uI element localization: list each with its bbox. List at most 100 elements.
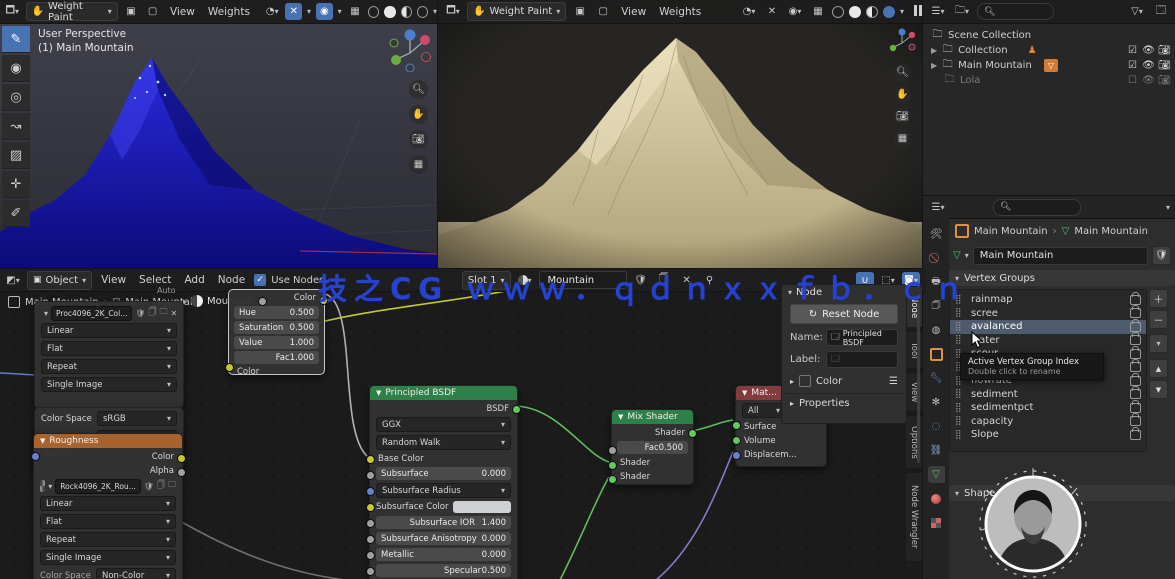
mirror-x-icon[interactable]: ✕ <box>763 3 781 20</box>
lock-open-icon[interactable] <box>1130 416 1141 426</box>
properties-subpanel-label[interactable]: Properties <box>799 398 850 409</box>
weights-menu[interactable]: Weights <box>204 6 254 18</box>
outliner-row-lola[interactable]: 🗀 Lola ☐ 👁︎ 📷︎ <box>931 73 1170 87</box>
mix-shader-node[interactable]: ▼Mix Shader Shader Fac0.500 Shader Shade… <box>611 409 694 485</box>
source-dropdown[interactable]: Single Image <box>41 377 177 392</box>
add-menu[interactable]: Add <box>180 274 208 286</box>
tab-physics-icon[interactable]: ◌ <box>928 418 945 435</box>
fake-user-shield-icon[interactable]: 🛡︎ <box>632 272 650 289</box>
zoom-icon[interactable]: 🔍︎ <box>409 80 428 99</box>
annotate-tool[interactable]: ✐ <box>2 200 30 227</box>
tab-texture-icon[interactable] <box>928 514 945 531</box>
edit-mode-toggle-icon[interactable]: ▢ <box>594 3 612 20</box>
outliner-row-scene-collection[interactable]: 🗀 Scene Collection <box>931 28 1170 42</box>
material-name-input[interactable]: Mountain <box>539 271 627 289</box>
projection-dropdown[interactable]: Flat <box>40 514 176 529</box>
expand-arrow-icon[interactable]: ▸ <box>790 399 794 408</box>
node-menu[interactable]: Node <box>214 274 249 286</box>
navigation-gizmo[interactable] <box>386 26 432 72</box>
node-name-input[interactable]: 🗔Principled BSDF <box>826 329 898 346</box>
falloff-icon[interactable]: ◔ <box>264 3 281 20</box>
shading-dropdown-icon[interactable] <box>900 6 904 17</box>
camera-view-icon[interactable]: 📷︎ <box>409 130 428 149</box>
base-color-input-socket[interactable] <box>366 455 375 464</box>
lock-open-icon[interactable] <box>1130 295 1141 305</box>
weights-menu[interactable]: Weights <box>655 6 705 18</box>
add-vertex-group-button[interactable]: ＋ <box>1149 289 1168 308</box>
sample-weight-tool[interactable]: ✛ <box>2 171 30 198</box>
fake-user-icon[interactable]: 🛡︎ <box>135 309 145 318</box>
use-nodes-checkbox[interactable]: ✓ <box>254 274 266 286</box>
outliner-row-collection[interactable]: ▶ 🗀 Collection ♟ ☑ 👁︎ 📷︎ <box>931 43 1170 57</box>
surface-input-socket[interactable] <box>732 421 741 430</box>
draw-brush-tool[interactable]: ✎ <box>2 26 30 53</box>
material-viewport-canvas[interactable] <box>438 0 923 268</box>
projection-dropdown[interactable]: Flat <box>41 341 177 356</box>
vertex-group-row[interactable]: ⣿Slope <box>950 428 1146 442</box>
shader-type-dropdown[interactable]: ▣Object <box>27 271 92 290</box>
object-types-toggle-icon[interactable]: ▣ <box>123 3 140 20</box>
hide-eye-icon[interactable]: 👁︎ <box>1143 60 1154 71</box>
editor-type-icon[interactable]: ◩ <box>4 272 22 289</box>
source-dropdown[interactable]: Single Image <box>40 550 176 565</box>
saturation-slider[interactable]: Saturation0.500 <box>234 321 319 334</box>
shading-material-icon[interactable] <box>401 6 412 18</box>
gradient-tool[interactable]: ▨ <box>2 142 30 169</box>
proportional-edit-icon[interactable]: ◉ <box>316 3 333 20</box>
metallic-slider[interactable]: Metallic0.000 <box>376 548 511 561</box>
datablock-name-input[interactable]: Main Mountain <box>973 247 1148 265</box>
navigation-gizmo[interactable] <box>886 26 918 58</box>
value-slider[interactable]: Value1.000 <box>234 336 319 349</box>
open-image-folder-icon[interactable]: 🗀 <box>168 479 176 493</box>
tab-object-icon[interactable] <box>928 346 945 363</box>
pan-hand-icon[interactable]: ✋ <box>894 86 911 103</box>
properties-search-input[interactable]: 🔍︎ <box>993 199 1081 216</box>
tab-output-icon[interactable]: 🖶︎ <box>928 274 945 291</box>
select-menu[interactable]: Select <box>135 274 175 286</box>
pin-icon[interactable]: ⚲ <box>701 272 719 289</box>
hide-eye-icon[interactable]: 👁︎ <box>1143 45 1154 56</box>
principled-bsdf-node[interactable]: ▼Principled BSDF BSDF GGX Random Walk Ba… <box>369 385 518 579</box>
shading-wireframe-icon[interactable]: ▦ <box>809 3 827 20</box>
open-image-folder-icon[interactable]: 🗀 <box>160 306 168 320</box>
tab-object-data-icon[interactable]: ▽ <box>928 466 945 483</box>
unlink-x-icon[interactable]: ✕ <box>171 309 178 318</box>
specular-input-socket[interactable] <box>366 567 375 576</box>
mix-shader-header[interactable]: ▼Mix Shader <box>612 410 693 424</box>
fake-user-icon[interactable]: 🛡︎ <box>144 482 154 491</box>
editor-type-icon[interactable]: 🗖 <box>4 3 21 20</box>
reset-node-button[interactable]: ↻Reset Node <box>790 304 898 324</box>
vertex-group-row[interactable]: ⣿scree <box>950 307 1146 321</box>
vertex-group-row[interactable]: ⣿capacity <box>950 415 1146 429</box>
roughness-node-header[interactable]: ▼Roughness <box>34 434 182 448</box>
interpolation-dropdown[interactable]: Linear <box>41 323 177 338</box>
bsdf-output-socket[interactable] <box>512 405 521 414</box>
subsurface-method-dropdown[interactable]: Random Walk <box>376 435 511 450</box>
expand-arrow-icon[interactable]: ▶ <box>931 46 937 55</box>
disable-render-camera-icon[interactable]: 📷︎ <box>1159 75 1170 86</box>
node-panel-header[interactable]: Node <box>782 285 906 300</box>
lock-open-icon[interactable] <box>1130 362 1141 372</box>
extension-dropdown[interactable]: Repeat <box>41 359 177 374</box>
view-menu[interactable]: View <box>97 274 130 286</box>
presets-list-icon[interactable]: ☰ <box>889 376 898 387</box>
color-output-socket[interactable] <box>319 296 328 305</box>
breadcrumb-object[interactable]: Main Mountain <box>974 226 1048 237</box>
shader-output-socket[interactable] <box>688 429 697 438</box>
node-output-socket[interactable] <box>258 297 267 306</box>
properties-options-dropdown-icon[interactable] <box>1166 202 1170 213</box>
weight-paint-viewport-canvas[interactable] <box>0 0 437 268</box>
ortho-grid-icon[interactable]: ▦ <box>409 155 428 174</box>
exclude-checkbox[interactable]: ☑ <box>1127 45 1138 56</box>
specular-slider[interactable]: Specular0.500 <box>376 564 511 577</box>
tab-node-wrangler[interactable]: Node Wrangler <box>905 472 922 562</box>
tab-render-icon[interactable]: ⃠ <box>928 250 945 267</box>
image-texture-color-node[interactable]: Proc4096_2K_Col... 🛡︎ 🗍 🗀 ✕ Linear Flat … <box>34 301 184 409</box>
vertex-group-row[interactable]: ⣿sedimentpct <box>950 401 1146 415</box>
lock-open-icon[interactable] <box>1130 430 1141 440</box>
pan-hand-icon[interactable]: ✋ <box>409 105 428 124</box>
image-name-field[interactable]: Rock4096_2K_Rou... <box>55 479 141 494</box>
tab-modifiers-icon[interactable]: 🔧︎ <box>928 370 945 387</box>
outliner-search-input[interactable]: 🔍︎ <box>977 3 1054 20</box>
roughness-image-texture-node[interactable]: ▼Roughness Color Alpha Rock4096_2K_Rou..… <box>33 433 183 579</box>
